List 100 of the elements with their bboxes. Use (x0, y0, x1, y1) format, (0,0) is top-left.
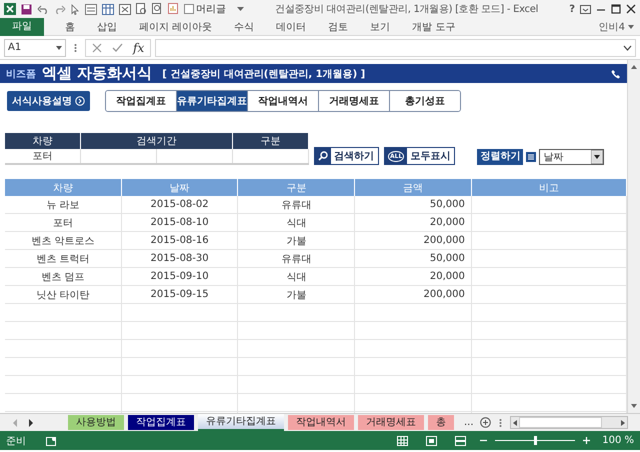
scroll-thumb[interactable] (518, 417, 602, 428)
scroll-up-icon[interactable] (630, 63, 638, 71)
dropdown-caret-icon[interactable] (628, 24, 634, 28)
search-button[interactable]: 검색하기 (314, 147, 379, 165)
cancel-icon[interactable] (92, 42, 102, 52)
banner-title: 엑셀 자동화서식 (42, 64, 152, 83)
enter-icon[interactable] (112, 42, 123, 52)
normal-view-icon[interactable] (397, 436, 408, 446)
banner-subtitle: [ 건설중장비 대여관리(렌탈관리, 1개월용) ] (162, 68, 366, 80)
more-sheets-button[interactable]: ... (464, 417, 474, 428)
nav-tab[interactable]: 작업집계표 (106, 91, 177, 111)
table-cell: 2015-08-16 (121, 232, 238, 250)
dropdown-caret-icon[interactable] (56, 46, 62, 50)
table-cell: 뉴 라보 (5, 196, 122, 214)
grid-icon[interactable] (119, 4, 131, 14)
ribbon-display-icon[interactable] (580, 4, 592, 14)
sheet-tab[interactable]: 사용방법 (68, 415, 124, 430)
table-cell: 닛산 타이탄 (5, 286, 122, 304)
dropdown-caret-icon[interactable] (237, 6, 244, 12)
table-cell: 50,000 (354, 196, 472, 214)
status-text: 준비 (6, 434, 26, 448)
column-header: 날짜 (121, 179, 238, 196)
sort-value: 날짜 (543, 151, 564, 164)
page-break-icon[interactable] (455, 436, 466, 446)
table-cell: 2015-08-10 (121, 214, 238, 232)
table-cell: 20,000 (354, 214, 472, 232)
ribbon-tab[interactable]: 삽입 (86, 20, 128, 34)
table-cell: 벤츠 악트로스 (5, 232, 122, 250)
guide-button[interactable]: 서식사용설명 (7, 91, 90, 111)
page-layout-icon[interactable] (426, 436, 438, 446)
pointer-icon[interactable] (71, 4, 80, 14)
chart-page-icon[interactable] (168, 3, 179, 15)
scroll-right-icon[interactable] (28, 418, 34, 426)
sheet-tab[interactable]: 유류기타집계표 (198, 414, 284, 431)
more-icon (498, 418, 502, 428)
header-checkbox[interactable] (184, 4, 194, 14)
nav-tab[interactable]: 유류기타집계표 (177, 91, 248, 111)
print-preview-icon[interactable] (136, 3, 147, 15)
sheet-tab[interactable]: 거래명세표 (358, 415, 424, 430)
column-header: 차량 (5, 133, 80, 149)
table-cell: 가불 (238, 286, 355, 304)
excel-logo-icon[interactable] (4, 3, 16, 15)
search-icon (318, 151, 328, 161)
phone-icon (611, 68, 621, 78)
start-date-field[interactable] (80, 149, 156, 164)
horizontal-scrollbar[interactable] (510, 416, 628, 429)
redo-icon[interactable] (54, 4, 66, 14)
table-cell: 2015-09-15 (121, 286, 238, 304)
zoom-page-icon[interactable] (152, 3, 163, 15)
table-cell: 포터 (5, 214, 122, 232)
insert-function-button[interactable]: fx (133, 40, 144, 54)
sheet-tab[interactable]: 총 (428, 415, 454, 430)
vehicle-field[interactable]: 포터 (5, 149, 80, 164)
table-cell: 유류대 (238, 196, 355, 214)
ribbon-tab[interactable]: 페이지 레이아웃 (128, 20, 224, 34)
column-header: 검색기간 (80, 133, 232, 149)
maximize-icon[interactable] (611, 4, 622, 14)
zoom-in-icon[interactable] (583, 437, 590, 444)
macro-record-icon[interactable] (46, 436, 57, 446)
checkbox-label: 머리글 (196, 3, 226, 16)
name-box[interactable]: A1 (4, 38, 66, 56)
save-icon[interactable] (21, 4, 32, 14)
ribbon-tab[interactable]: 검토 (317, 20, 360, 34)
user-name[interactable]: 인비4 (598, 20, 625, 34)
zoom-thumb[interactable] (534, 436, 537, 445)
vertical-scrollbar[interactable] (627, 60, 640, 413)
table-icon[interactable] (102, 4, 114, 14)
category-field[interactable] (232, 149, 308, 164)
scroll-right-icon[interactable] (619, 418, 627, 426)
close-icon[interactable] (626, 4, 636, 14)
column-header: 구분 (232, 133, 308, 149)
table-cell: 200,000 (354, 286, 472, 304)
undo-icon[interactable] (37, 4, 49, 14)
scroll-down-icon[interactable] (630, 402, 638, 410)
column-header: 금액 (354, 179, 472, 196)
list-icon (525, 151, 538, 163)
formula-input[interactable] (155, 38, 636, 56)
table-cell: 2015-08-02 (121, 196, 238, 214)
cell-reference: A1 (8, 42, 22, 53)
sort-dropdown[interactable]: 날짜 (539, 149, 604, 165)
dropdown-arrow-icon[interactable] (591, 150, 604, 164)
sheet-tab[interactable]: 작업내역서 (288, 415, 354, 430)
zoom-percent[interactable]: 100 % (602, 435, 634, 446)
scroll-left-icon[interactable] (510, 418, 519, 426)
sheet-tab[interactable]: 작업집계표 (128, 415, 194, 430)
ribbon-tab[interactable]: 개발 도구 (401, 20, 466, 34)
ribbon-tab[interactable]: 홈 (54, 20, 86, 34)
end-date-field[interactable] (156, 149, 232, 164)
form-icon[interactable] (85, 4, 97, 14)
expand-caret-icon[interactable] (623, 44, 632, 50)
table-cell: 벤츠 덤프 (5, 268, 122, 286)
ribbon-tab[interactable]: 수식 (223, 20, 266, 34)
zoom-out-icon[interactable] (480, 437, 488, 444)
add-sheet-icon[interactable] (480, 417, 491, 428)
table-cell: 20,000 (354, 268, 472, 286)
file-tab[interactable]: 파일 (0, 18, 44, 36)
ribbon-tab[interactable]: 데이터 (265, 20, 318, 34)
table-cell: 50,000 (354, 250, 472, 268)
ribbon-tab[interactable]: 보기 (359, 20, 402, 34)
help-button[interactable]: ? (569, 4, 576, 14)
